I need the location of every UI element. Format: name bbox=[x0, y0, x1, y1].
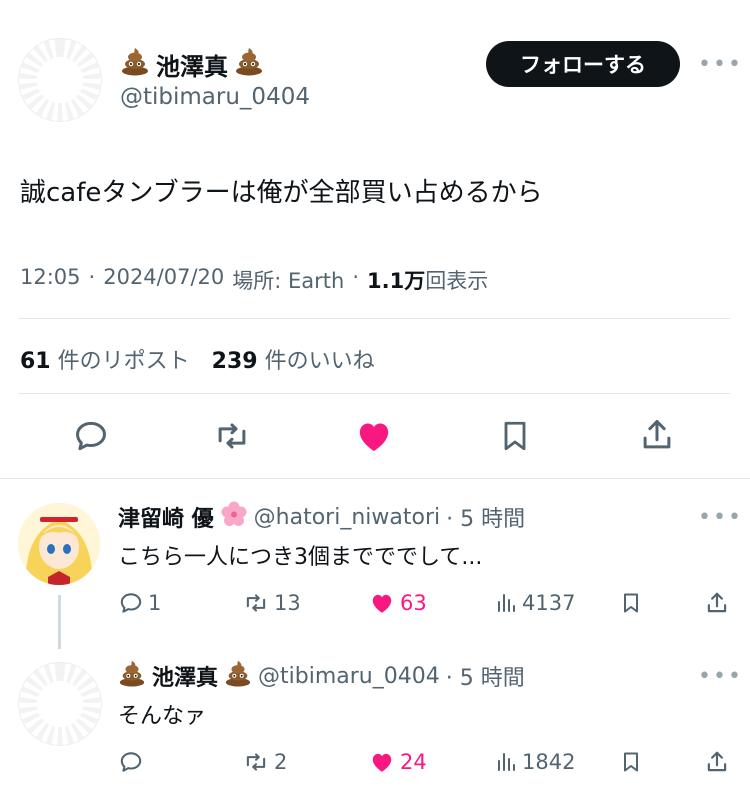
reply-count[interactable]: 1 bbox=[118, 590, 161, 616]
avatar[interactable] bbox=[18, 503, 100, 585]
view-count-value: 1842 bbox=[522, 750, 576, 774]
tweet-text: 誠cafeタンブラーは俺が全部買い占めるから bbox=[20, 178, 543, 208]
reply-text: こちら一人につき3個までででして... bbox=[118, 545, 483, 570]
tweet-location: 場所: Earth bbox=[232, 269, 345, 293]
likes-label: 件のいいね bbox=[264, 349, 375, 374]
reply-header: 池澤真 @tibimaru_0404 · 5 時間 bbox=[118, 659, 525, 693]
separator: · bbox=[352, 265, 360, 289]
tweet-meta: 12:05 · 2024/07/20 場所: Earth · 1.1万回表示 bbox=[20, 265, 488, 295]
retweet-count[interactable]: 13 bbox=[242, 590, 301, 616]
reply-icon bbox=[118, 749, 144, 775]
reply-count-value: 1 bbox=[148, 591, 162, 615]
retweet-count-value: 2 bbox=[274, 750, 288, 774]
section-separator bbox=[0, 478, 750, 479]
reply-icon bbox=[118, 590, 144, 616]
display-name-text: 池澤真 bbox=[156, 52, 228, 81]
view-count[interactable]: 1842 bbox=[494, 749, 575, 775]
share-icon[interactable] bbox=[704, 748, 730, 776]
bookmark-icon[interactable] bbox=[619, 590, 643, 616]
views-label: 回表示 bbox=[425, 269, 489, 293]
share-icon[interactable] bbox=[704, 589, 730, 617]
poop-emoji-icon bbox=[224, 659, 252, 693]
handle[interactable]: @tibimaru_0404 bbox=[258, 664, 440, 689]
divider bbox=[18, 393, 730, 394]
separator: · bbox=[88, 265, 96, 289]
more-options-icon[interactable]: ••• bbox=[698, 505, 743, 530]
avatar[interactable] bbox=[18, 662, 102, 746]
retweet-icon[interactable] bbox=[212, 417, 252, 455]
like-count[interactable]: 24 bbox=[368, 749, 427, 775]
display-name[interactable]: 津留崎 優 bbox=[118, 501, 214, 533]
handle[interactable]: @hatori_niwatori bbox=[254, 505, 440, 530]
display-name[interactable]: 池澤真 bbox=[120, 46, 264, 82]
more-options-icon[interactable]: ••• bbox=[698, 664, 743, 689]
follow-button[interactable]: フォローする bbox=[486, 41, 680, 87]
view-count-value: 4137 bbox=[522, 591, 576, 615]
views-chart-icon bbox=[494, 590, 518, 616]
tweet-date[interactable]: 2024/07/20 bbox=[103, 265, 224, 295]
likes-count: 239 bbox=[211, 349, 258, 374]
poop-emoji-icon bbox=[120, 46, 150, 82]
poop-emoji-icon bbox=[118, 659, 146, 693]
retweet-count[interactable]: 2 bbox=[242, 749, 287, 775]
heart-icon[interactable] bbox=[354, 416, 394, 456]
views-count: 1.1万 bbox=[367, 269, 426, 293]
thread-line bbox=[58, 595, 61, 649]
tweet-time[interactable]: 12:05 bbox=[20, 265, 81, 295]
reply-header: 津留崎 優 @hatori_niwatori · 5 時間 bbox=[118, 500, 525, 534]
reposts-label: 件のリポスト bbox=[57, 349, 190, 374]
poop-emoji-icon bbox=[234, 46, 264, 82]
avatar[interactable] bbox=[18, 38, 102, 122]
retweet-count-value: 13 bbox=[274, 591, 301, 615]
more-options-icon[interactable]: ••• bbox=[698, 52, 743, 77]
timestamp[interactable]: · 5 時間 bbox=[446, 501, 525, 533]
retweet-icon bbox=[242, 590, 270, 616]
bookmark-icon[interactable] bbox=[619, 749, 643, 775]
like-count-value: 24 bbox=[400, 750, 427, 774]
reply-count[interactable] bbox=[118, 749, 148, 775]
display-name[interactable]: 池澤真 bbox=[152, 660, 218, 692]
like-count[interactable]: 63 bbox=[368, 590, 427, 616]
reply-icon[interactable] bbox=[72, 417, 110, 455]
retweet-icon bbox=[242, 749, 270, 775]
like-count-value: 63 bbox=[400, 591, 427, 615]
heart-icon bbox=[368, 749, 396, 775]
view-count[interactable]: 4137 bbox=[494, 590, 575, 616]
reply-text: そんなァ bbox=[118, 704, 207, 729]
timestamp[interactable]: · 5 時間 bbox=[446, 660, 525, 692]
handle[interactable]: @tibimaru_0404 bbox=[120, 84, 310, 110]
likes-link[interactable]: 239 件のいいね bbox=[212, 343, 375, 375]
reposts-link[interactable]: 61 件のリポスト bbox=[20, 343, 190, 375]
views-chart-icon bbox=[494, 749, 518, 775]
reposts-count: 61 bbox=[20, 349, 51, 374]
bookmark-icon[interactable] bbox=[497, 417, 533, 455]
share-icon[interactable] bbox=[638, 415, 676, 455]
engagement-stats: 61 件のリポスト 239 件のいいね bbox=[20, 343, 375, 375]
heart-icon bbox=[368, 590, 396, 616]
cherry-blossom-icon bbox=[220, 500, 248, 534]
divider bbox=[18, 318, 730, 319]
